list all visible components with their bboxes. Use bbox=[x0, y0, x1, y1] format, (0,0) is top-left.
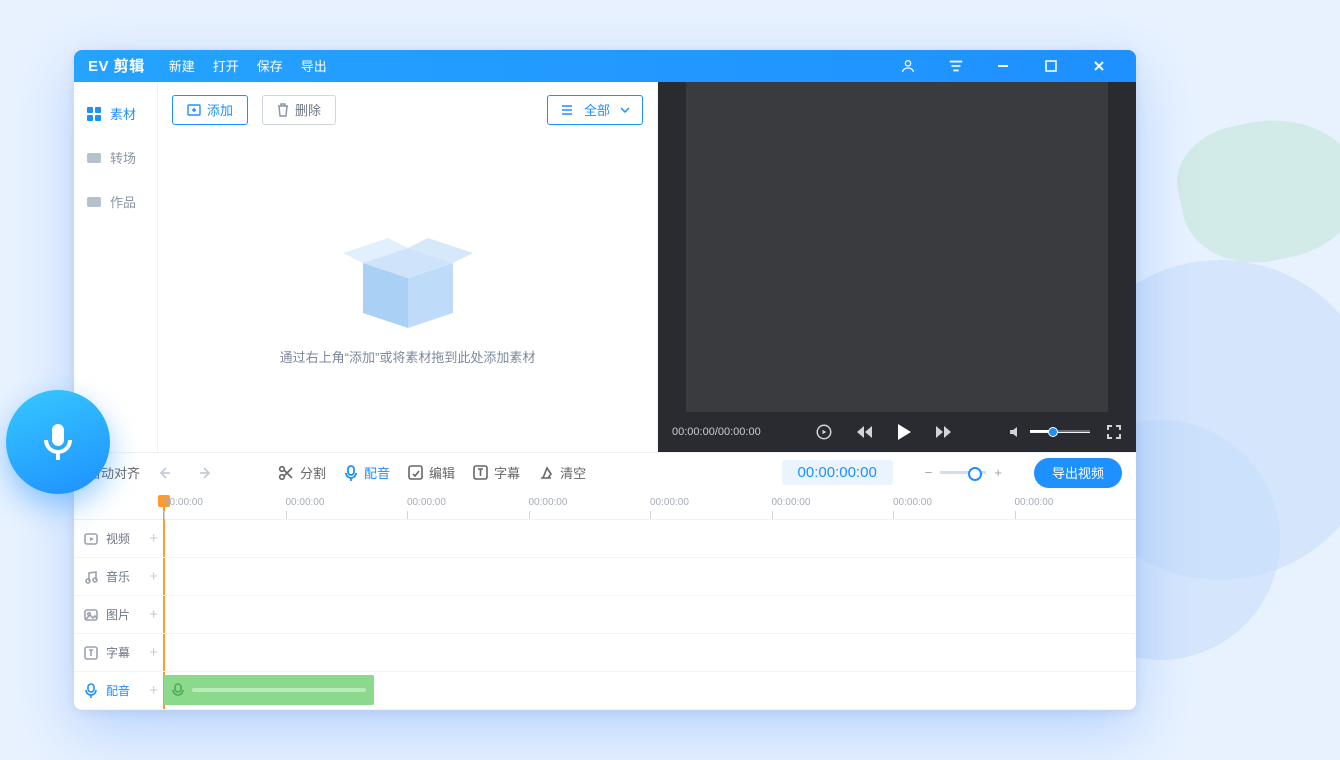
add-track-icon[interactable]: + bbox=[149, 682, 158, 699]
redo-button[interactable] bbox=[194, 465, 212, 481]
user-icon[interactable] bbox=[900, 58, 930, 74]
track-image[interactable]: 图片+ bbox=[74, 596, 1136, 634]
app-title: EV 剪辑 bbox=[88, 55, 145, 76]
subtitle-button[interactable]: 字幕 bbox=[473, 463, 520, 482]
preview-controls: 00:00:00/00:00:00 bbox=[658, 412, 1136, 452]
tab-works[interactable]: 作品 bbox=[74, 180, 157, 224]
track-video[interactable]: 视频+ bbox=[74, 520, 1136, 558]
edit-button[interactable]: 编辑 bbox=[408, 463, 455, 482]
menu-export[interactable]: 导出 bbox=[301, 56, 327, 75]
materials-toolbar: 添加 删除 全部 bbox=[158, 82, 657, 138]
add-track-icon[interactable]: + bbox=[149, 606, 158, 623]
volume-icon bbox=[1008, 425, 1022, 439]
left-sidebar: 素材 转场 作品 bbox=[74, 82, 158, 452]
forward-button[interactable] bbox=[935, 424, 953, 440]
menu-open[interactable]: 打开 bbox=[213, 56, 239, 75]
preview-panel: 00:00:00/00:00:00 bbox=[658, 82, 1136, 452]
rewind-button[interactable] bbox=[855, 424, 873, 440]
bg-leaf bbox=[1167, 103, 1340, 277]
add-track-icon[interactable]: + bbox=[149, 644, 158, 661]
materials-filter-dropdown[interactable]: 全部 bbox=[547, 95, 643, 125]
preview-viewport[interactable] bbox=[686, 82, 1108, 412]
titlebar: EV 剪辑 新建 打开 保存 导出 bbox=[74, 50, 1136, 82]
menu-save[interactable]: 保存 bbox=[257, 56, 283, 75]
add-track-icon[interactable]: + bbox=[149, 568, 158, 585]
preview-time: 00:00:00/00:00:00 bbox=[672, 426, 761, 438]
minimize-button[interactable] bbox=[996, 59, 1026, 73]
menu-icon[interactable] bbox=[948, 59, 978, 73]
timeline-time: 00:00:00:00 bbox=[782, 464, 893, 481]
volume-slider[interactable] bbox=[1008, 425, 1090, 439]
empty-hint: 通过右上角“添加”或将素材拖到此处添加素材 bbox=[280, 347, 536, 366]
dub-button[interactable]: 配音 bbox=[344, 463, 390, 482]
dub-clip[interactable] bbox=[164, 675, 374, 705]
split-button[interactable]: 分割 bbox=[278, 463, 326, 482]
clear-button[interactable]: 清空 bbox=[538, 463, 586, 482]
timeline-ruler[interactable]: 00:00:00 00:00:00 00:00:00 00:00:00 00:0… bbox=[74, 493, 1136, 520]
main-menu: 新建 打开 保存 导出 bbox=[169, 56, 327, 75]
track-dub[interactable]: 配音+ bbox=[74, 672, 1136, 710]
export-video-button[interactable]: 导出视频 bbox=[1034, 458, 1122, 488]
chevron-down-icon bbox=[620, 107, 630, 113]
delete-material-button[interactable]: 删除 bbox=[262, 95, 336, 125]
materials-panel: 添加 删除 全部 通过右上角“添加”或将素材拖到此处添加素材 bbox=[158, 82, 658, 452]
mic-icon bbox=[172, 683, 184, 697]
tab-transition[interactable]: 转场 bbox=[74, 136, 157, 180]
undo-button[interactable] bbox=[158, 465, 176, 481]
track-subtitle[interactable]: 字幕+ bbox=[74, 634, 1136, 672]
play-button[interactable] bbox=[895, 422, 913, 442]
materials-empty-state: 通过右上角“添加”或将素材拖到此处添加素材 bbox=[158, 138, 657, 452]
close-button[interactable] bbox=[1092, 59, 1122, 73]
tab-materials[interactable]: 素材 bbox=[74, 92, 157, 136]
menu-new[interactable]: 新建 bbox=[169, 56, 195, 75]
main-area: 素材 转场 作品 添加 删除 全部 通过右上角“添加”或将素材拖到此处添加素材 bbox=[74, 82, 1136, 452]
empty-box-icon bbox=[343, 223, 473, 333]
add-track-icon[interactable]: + bbox=[149, 530, 158, 547]
record-dub-button[interactable] bbox=[6, 390, 110, 494]
fullscreen-button[interactable] bbox=[1106, 424, 1122, 440]
zoom-slider[interactable]: −+ bbox=[925, 465, 1002, 480]
timeline-toolbar: 自动对齐 分割 配音 编辑 字幕 清空 00:00:00:00 −+ 导出视频 bbox=[74, 452, 1136, 493]
app-window: EV 剪辑 新建 打开 保存 导出 素材 转场 作品 添加 删除 全部 bbox=[74, 50, 1136, 710]
maximize-button[interactable] bbox=[1044, 59, 1074, 73]
timeline-tracks: 视频+ 音乐+ 图片+ 字幕+ 配音+ bbox=[74, 520, 1136, 710]
track-music[interactable]: 音乐+ bbox=[74, 558, 1136, 596]
loop-button[interactable] bbox=[815, 423, 833, 441]
add-material-button[interactable]: 添加 bbox=[172, 95, 248, 125]
